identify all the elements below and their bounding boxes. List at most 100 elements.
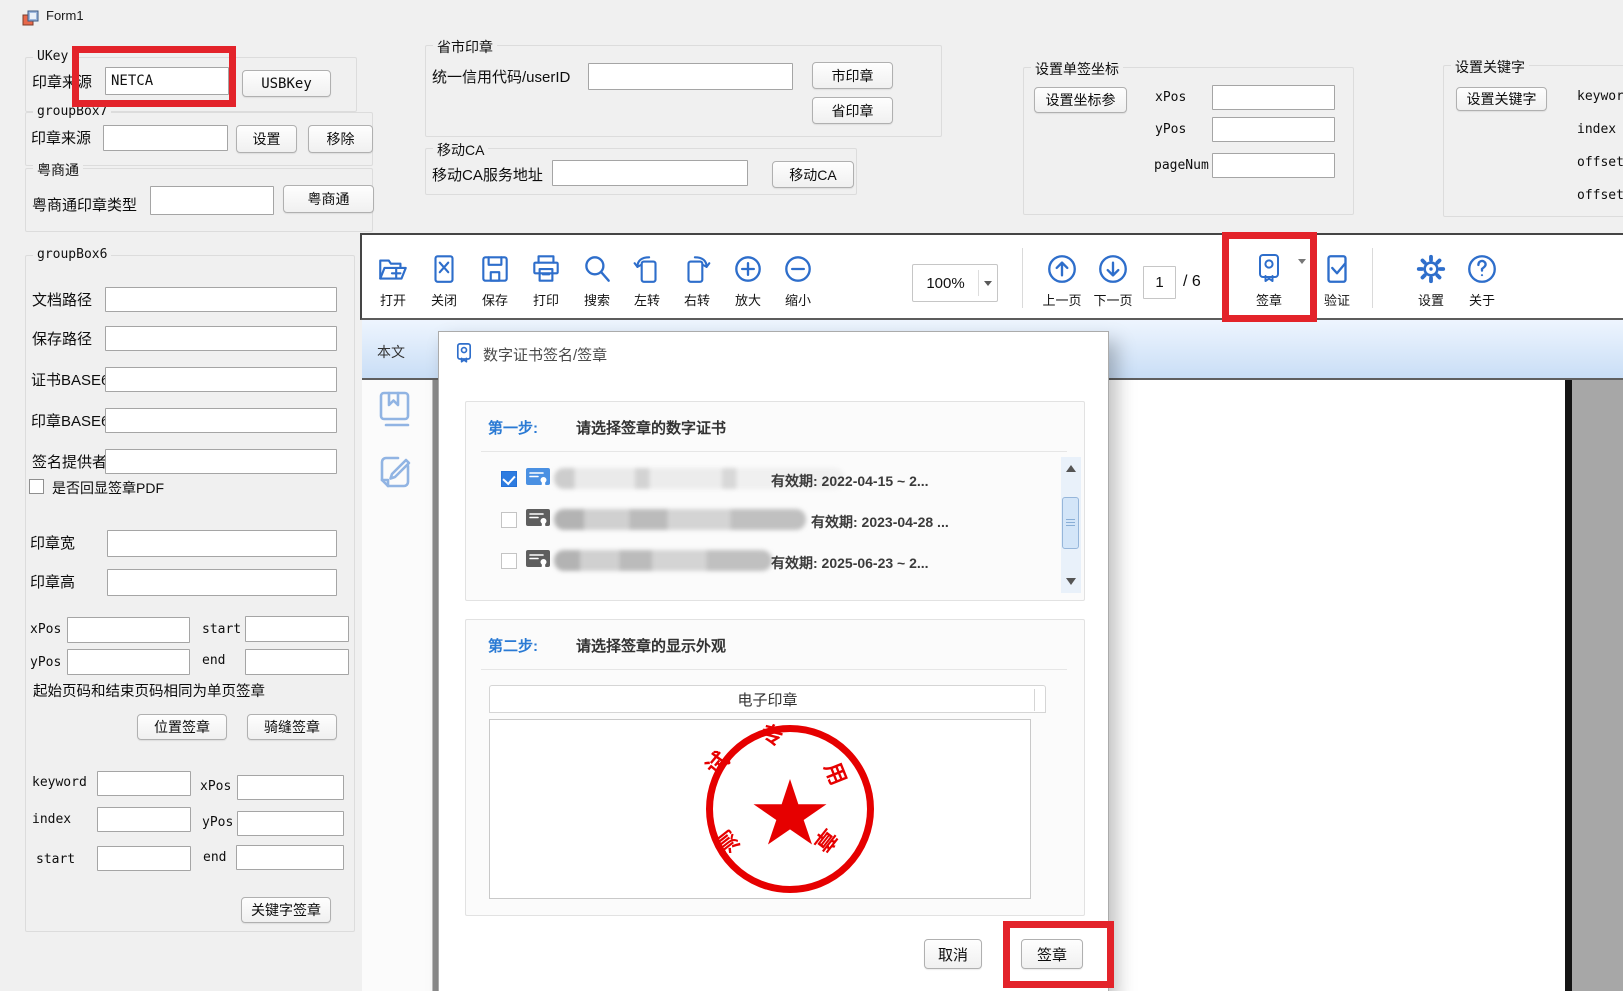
yst-type-input[interactable] [150,186,274,215]
remove-button[interactable]: 移除 [308,125,373,153]
toolbar-open[interactable]: 打开 [365,250,421,309]
cancel-button[interactable]: 取消 [924,939,982,969]
start-label: start [202,622,241,637]
provider-input[interactable] [105,449,337,474]
verify-icon [1309,250,1365,286]
dialog-seal-icon [453,341,475,366]
coord-pagenum-input[interactable] [1212,153,1335,178]
userid-input[interactable] [588,63,793,90]
page-number-input[interactable] [1143,266,1176,299]
highlight-toolbar-sign [1222,232,1317,322]
yst-type-label: 粤商通印章类型 [32,194,137,215]
group-yst-label: 粤商通 [33,160,83,180]
kwgrp-offsetx-label: offsetX [1577,155,1623,170]
mobileca-addr-input[interactable] [552,160,748,186]
end-input[interactable] [245,649,349,675]
start-input[interactable] [245,616,349,642]
echo-pdf-checkbox[interactable] [29,479,44,494]
prev-page-icon [1034,250,1090,286]
cert-base64-input[interactable] [105,367,337,392]
seal-width-input[interactable] [107,530,337,557]
certificate-icon [525,549,551,571]
toolbar-verify[interactable]: 验证 [1309,250,1365,309]
index-input[interactable] [97,807,191,832]
toolbar-zoom-in[interactable]: 放大 [720,250,776,309]
doc-path-input[interactable] [105,287,337,312]
appearance-tab-label: 电子印章 [737,689,797,710]
step2-label: 第二步: [488,635,538,656]
scroll-down-icon[interactable] [1066,578,1076,585]
kwgrp-index-label: index [1577,122,1616,137]
toolbar-rotate-left[interactable]: 左转 [619,250,675,309]
cross-page-sign-button[interactable]: 骑缝签章 [247,714,337,740]
toolbar-rotate-right[interactable]: 右转 [669,250,725,309]
cert-list-scrollbar[interactable] [1061,457,1081,593]
xpos-input[interactable] [67,617,190,643]
step1-label: 第一步: [488,417,538,438]
mobileca-addr-label: 移动CA服务地址 [432,164,543,185]
toolbar-print[interactable]: 打印 [518,250,574,309]
seal-source2-input[interactable] [103,125,228,151]
seal-height-input[interactable] [107,569,337,596]
toolbar-search[interactable]: 搜索 [569,250,625,309]
keyword-sign-button[interactable]: 关键字签章 [241,897,331,923]
group-single-coord-label: 设置单签坐标 [1031,59,1123,79]
form1-window: Form1 UKey 印章来源 USBKey groupBox7 印章来源 设置… [0,0,1623,991]
save-path-input[interactable] [105,326,337,351]
annotate-icon[interactable] [376,450,414,494]
coord-xpos-input[interactable] [1212,85,1335,110]
seal-base64-input[interactable] [105,408,337,433]
set-keyword-button[interactable]: 设置关键字 [1456,87,1547,111]
question-icon [1454,250,1510,286]
document-tab[interactable]: 本文 [377,342,405,362]
search-icon [569,250,625,286]
toolbar-save[interactable]: 保存 [467,250,523,309]
step1-title: 请选择签章的数字证书 [576,417,726,438]
bookmark-icon[interactable] [376,390,414,432]
ypos-input[interactable] [67,649,190,675]
scrollbar-thumb[interactable] [1062,497,1079,549]
toolbar-prev-page[interactable]: 上一页 [1034,250,1090,309]
cert3-checkbox[interactable] [501,553,517,569]
toolbar-zoom-out[interactable]: 缩小 [770,250,826,309]
next-page-icon [1085,250,1141,286]
keyword-input[interactable] [97,771,191,796]
cert2-checkbox[interactable] [501,512,517,528]
cert1-checkbox[interactable] [501,471,517,487]
coord-ypos-input[interactable] [1212,117,1335,142]
xpos-label: xPos [30,622,61,637]
toolbar-settings[interactable]: 设置 [1403,250,1459,309]
close-doc-icon [416,250,472,286]
kw-ypos-input[interactable] [237,811,344,836]
kw-end-input[interactable] [236,845,344,870]
toolbar-next-page[interactable]: 下一页 [1085,250,1141,309]
index-label: index [32,812,71,827]
position-sign-button[interactable]: 位置签章 [137,714,227,740]
set-button[interactable]: 设置 [236,125,297,153]
end-label: end [202,653,225,668]
set-coord-button[interactable]: 设置坐标参 [1034,87,1127,113]
toolbar-about[interactable]: 关于 [1454,250,1510,309]
keyword-label: keyword [32,775,87,790]
highlight-dialog-sign [1003,921,1114,988]
coord-ypos-label: yPos [1155,122,1186,137]
coord-xpos-label: xPos [1155,90,1186,105]
certificate-icon [525,467,551,489]
toolbar-close[interactable]: 关闭 [416,250,472,309]
appearance-tab[interactable]: 电子印章 [489,685,1046,713]
appearance-tab-divider [1034,689,1035,711]
usbkey-button[interactable]: USBKey [242,70,331,97]
kw-xpos-input[interactable] [237,775,344,800]
rotate-left-icon [619,250,675,286]
yst-button[interactable]: 粤商通 [283,185,374,213]
kw-start-input[interactable] [97,846,191,871]
kw-xpos-label: xPos [200,779,231,794]
scroll-up-icon[interactable] [1066,465,1076,472]
province-seal-button[interactable]: 省印章 [812,97,893,124]
step2-title: 请选择签章的显示外观 [576,635,726,656]
kwgrp-keyword-label: keyword [1577,89,1623,104]
city-seal-button[interactable]: 市印章 [812,62,893,89]
zoom-combo[interactable]: 100% [912,264,998,302]
mobileca-button[interactable]: 移动CA [772,161,854,188]
coord-pagenum-label: pageNum [1154,158,1209,173]
